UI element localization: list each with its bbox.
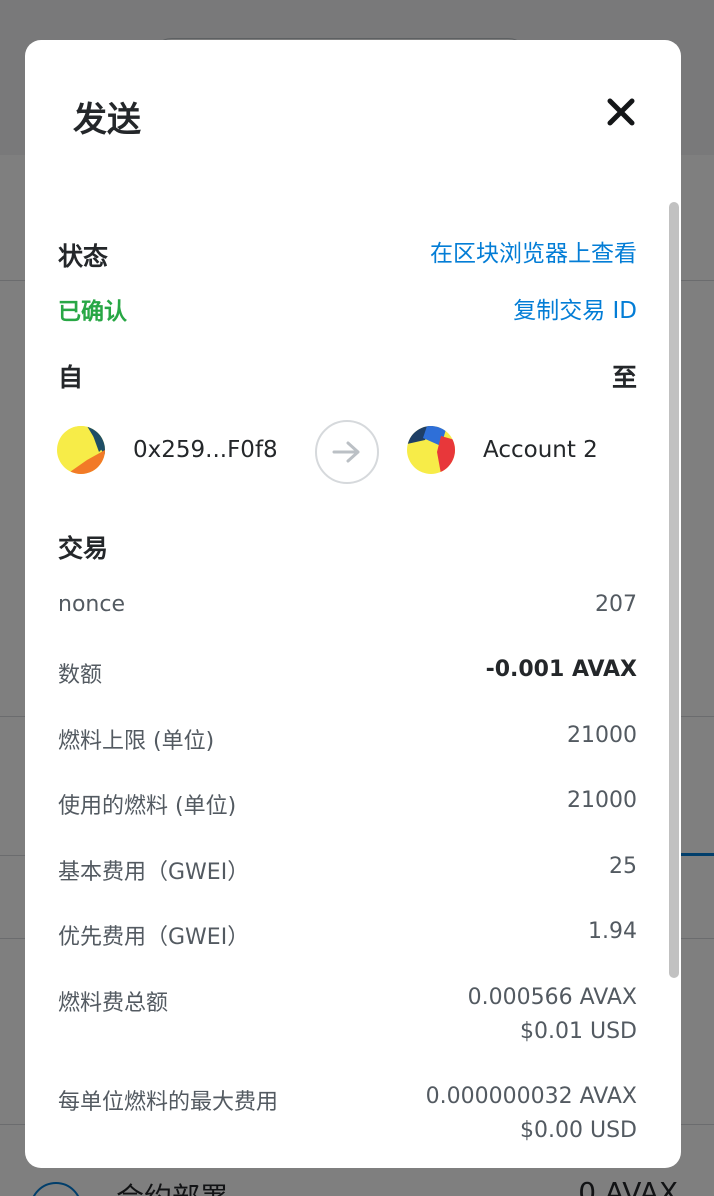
from-label: 自	[58, 363, 84, 392]
modal-title: 发送	[73, 100, 141, 140]
gas-used-label: 使用的燃料 (单位)	[58, 794, 237, 819]
max-fee-per-gas-usd: $0.00 USD	[520, 1118, 637, 1143]
arrow-right-icon	[315, 420, 379, 484]
max-fee-per-gas-label: 每单位燃料的最大费用	[58, 1090, 279, 1115]
gas-used-value: 21000	[567, 788, 637, 813]
gas-limit-value: 21000	[567, 723, 637, 748]
transaction-details-modal: 发送 状态 在区块浏览器上查看 已确认 复制交易 ID 自 至 0x259...…	[25, 40, 681, 1168]
from-avatar	[57, 426, 105, 474]
status-badge: 已确认	[58, 299, 127, 325]
modal-scrollbar[interactable]	[669, 202, 679, 978]
transaction-heading: 交易	[58, 534, 109, 563]
base-fee-value: 25	[609, 854, 637, 879]
total-gas-fee-usd: $0.01 USD	[520, 1019, 637, 1044]
priority-fee-value: 1.94	[588, 919, 637, 944]
to-account-name[interactable]: Account 2	[483, 437, 598, 463]
close-icon[interactable]	[601, 92, 641, 132]
max-fee-per-gas-value: 0.000000032 AVAX	[425, 1084, 637, 1109]
from-address[interactable]: 0x259...F0f8	[133, 437, 278, 463]
total-gas-fee-value: 0.000566 AVAX	[467, 985, 637, 1010]
amount-value: -0.001 AVAX	[485, 657, 637, 682]
gas-limit-label: 燃料上限 (单位)	[58, 729, 215, 754]
to-avatar	[407, 426, 455, 474]
nonce-value: 207	[595, 592, 637, 617]
priority-fee-label: 优先费用（GWEI）	[58, 925, 250, 950]
amount-label: 数额	[58, 663, 103, 688]
copy-transaction-id-link[interactable]: 复制交易 ID	[513, 291, 637, 325]
to-label: 至	[611, 363, 637, 392]
nonce-label: nonce	[58, 592, 125, 617]
status-label: 状态	[58, 242, 109, 271]
total-gas-fee-label: 燃料费总额	[58, 991, 169, 1016]
base-fee-label: 基本费用（GWEI）	[58, 860, 250, 885]
view-on-explorer-link[interactable]: 在区块浏览器上查看	[430, 234, 637, 268]
